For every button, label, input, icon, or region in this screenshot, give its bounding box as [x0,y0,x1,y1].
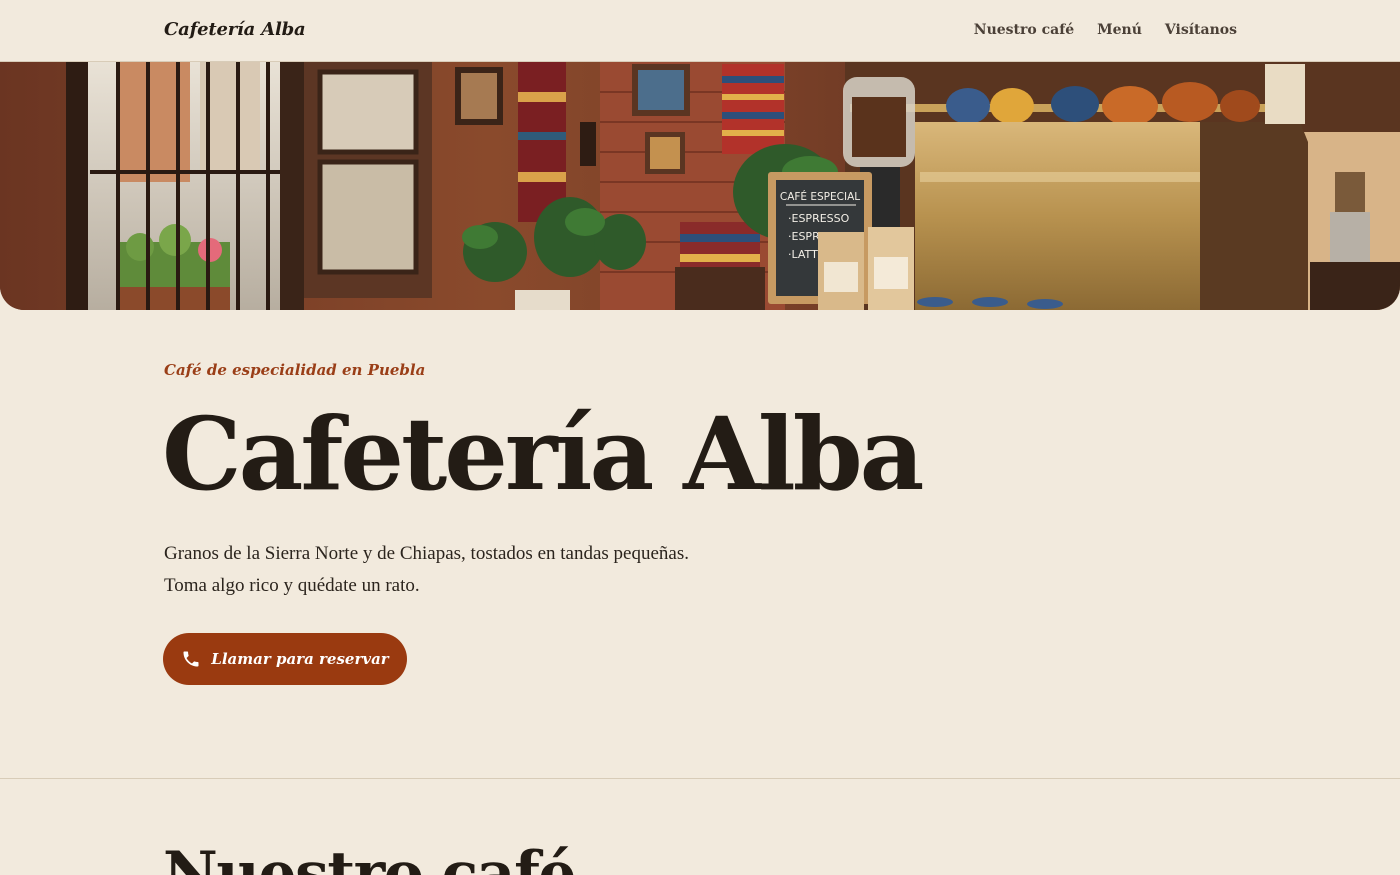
nav-link-nuestro-cafe[interactable]: Nuestro café [974,22,1074,38]
cta-label: Llamar para reservar [211,650,389,668]
nav-link-visitanos[interactable]: Visítanos [1165,22,1237,38]
site-header: Cafetería Alba Nuestro café Menú Visítan… [0,0,1400,62]
chalkboard-title: CAFÉ ESPECIAL [780,190,860,203]
main-nav: Nuestro café Menú Visítanos [974,22,1237,38]
hero-eyebrow: Café de especialidad en Puebla [164,361,426,379]
hero-lead-text: Granos de la Sierra Norte y de Chiapas, … [164,543,689,596]
chalkboard-item: ·ESPRESSO [788,212,850,225]
hero-cafe-photo: CAFÉ ESPECIAL ·ESPRESSO ·ESPRESSO ·LATTE [0,62,1400,310]
hero-title: Cafetería Alba [162,395,924,513]
call-to-reserve-button[interactable]: Llamar para reservar [163,633,407,685]
phone-icon [181,649,201,669]
brand-logo-text[interactable]: Cafetería Alba [164,19,306,40]
section-title-nuestro-cafe: Nuestro café [163,839,577,875]
section-divider [0,778,1400,779]
nav-link-menu[interactable]: Menú [1097,22,1142,38]
